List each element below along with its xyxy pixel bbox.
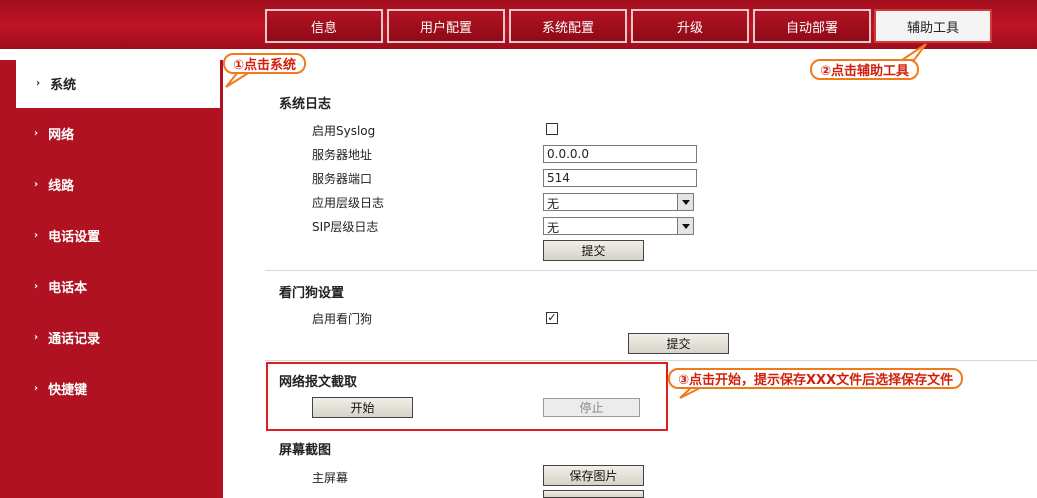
annotation-step1: ①点击系统 (223, 53, 307, 74)
annotation-step2: ②点击辅助工具 (810, 59, 920, 80)
annotation-step3: ③点击开始，提示保存XXX文件后选择保存文件 (668, 368, 964, 389)
callout-1-pointer (225, 71, 254, 88)
callout-2-pointer (898, 43, 927, 61)
